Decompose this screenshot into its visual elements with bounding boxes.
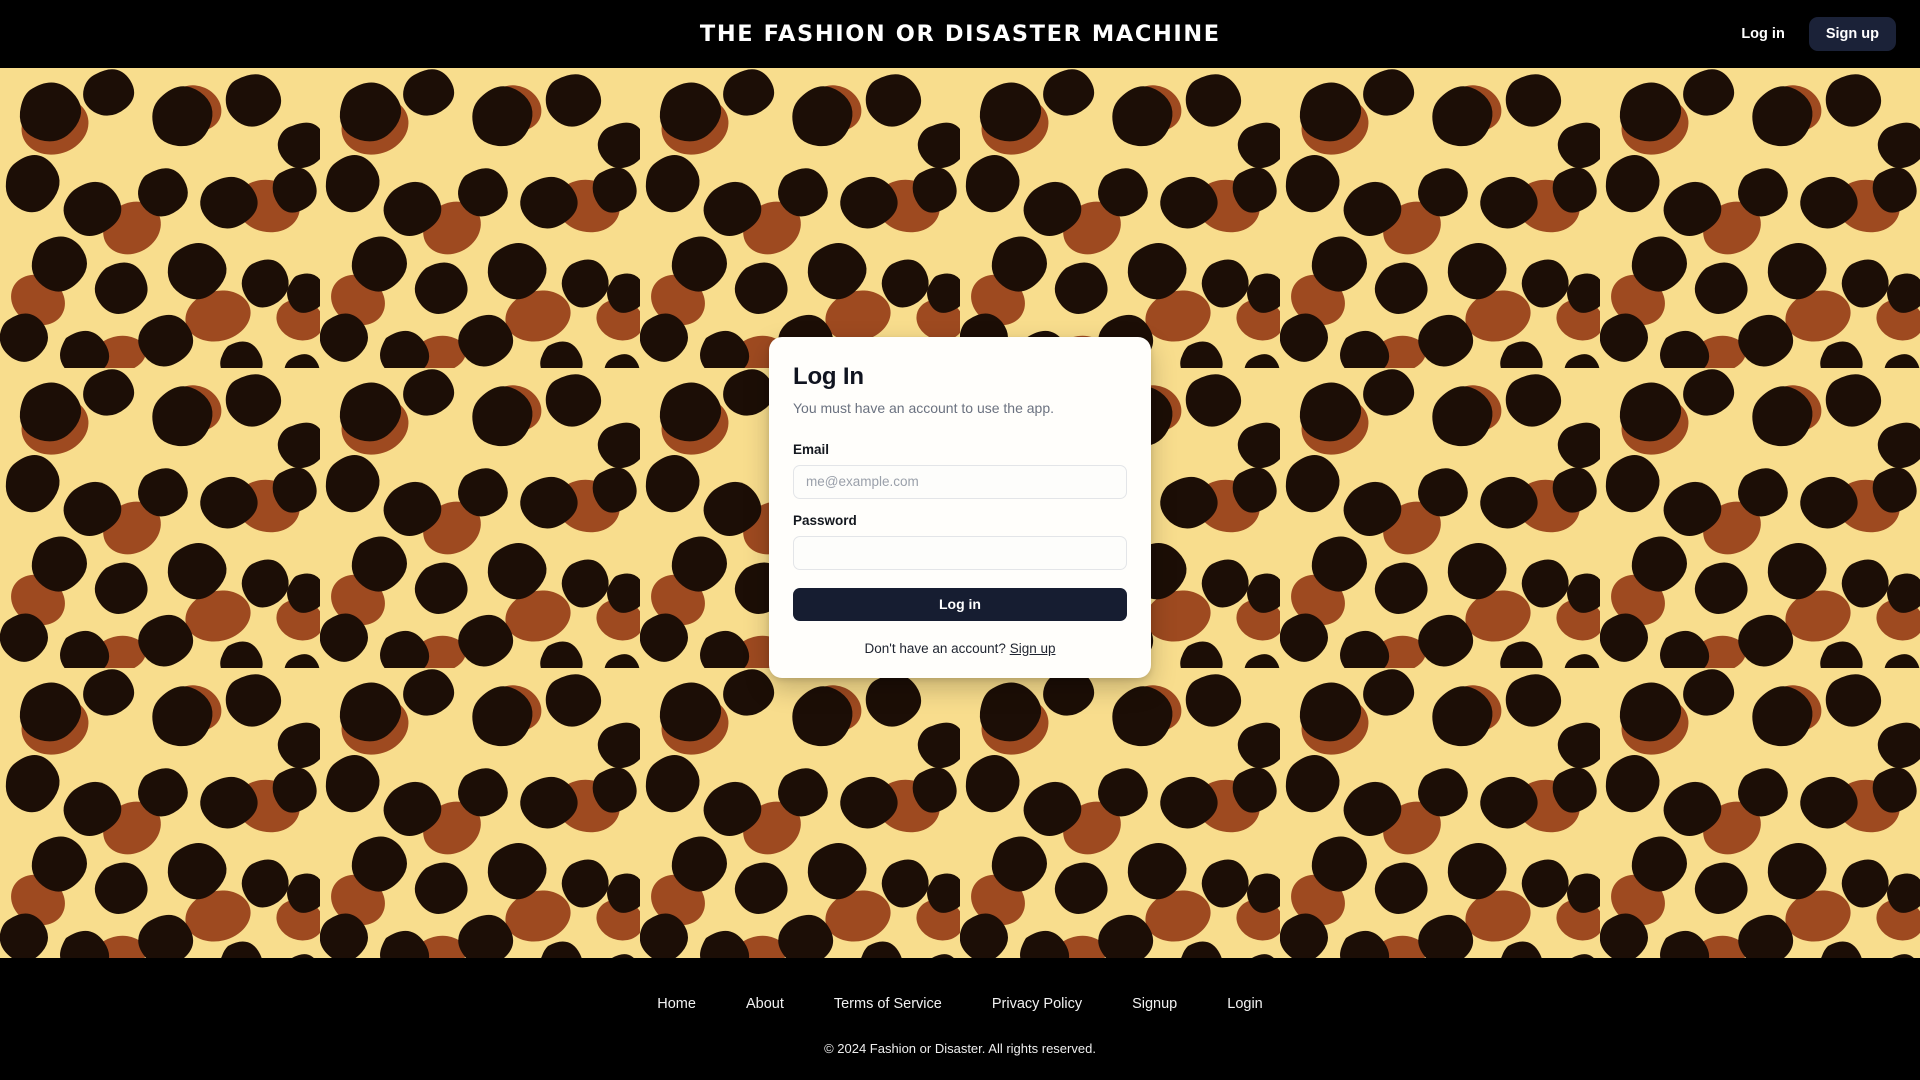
login-card-title: Log In: [793, 363, 864, 390]
footer-links: Home About Terms of Service Privacy Poli…: [657, 996, 1262, 1012]
signup-prompt-text: Don't have an account?: [864, 640, 1006, 656]
site-header: THE FASHION OR DISASTER MACHINE Log in S…: [0, 0, 1920, 68]
footer-link-about[interactable]: About: [746, 996, 784, 1012]
footer-copyright: © 2024 Fashion or Disaster. All rights r…: [824, 1041, 1096, 1056]
brand: THE FASHION OR DISASTER MACHINE: [0, 0, 1920, 68]
footer-link-privacy-policy[interactable]: Privacy Policy: [992, 996, 1082, 1012]
page-title: THE FASHION OR DISASTER MACHINE: [699, 21, 1221, 47]
main-content: Log In You must have an account to use t…: [0, 68, 1920, 958]
header-login-link[interactable]: Log in: [1727, 18, 1799, 50]
footer-link-home[interactable]: Home: [657, 996, 696, 1012]
footer-link-terms-of-service[interactable]: Terms of Service: [834, 996, 942, 1012]
signup-link[interactable]: Sign up: [1010, 641, 1056, 656]
footer-link-signup[interactable]: Signup: [1132, 996, 1177, 1012]
login-card-subtitle: You must have an account to use the app.: [793, 400, 1055, 417]
page-root: THE FASHION OR DISASTER MACHINE Log in S…: [0, 0, 1920, 1080]
email-field-group: Email: [793, 442, 1127, 499]
password-label: Password: [793, 512, 857, 528]
email-label: Email: [793, 441, 830, 457]
password-field-group: Password: [793, 513, 1127, 570]
signup-prompt: Don't have an account? Sign up: [793, 641, 1127, 656]
header-nav: Log in Sign up: [1727, 17, 1896, 51]
header-signup-button[interactable]: Sign up: [1808, 17, 1896, 51]
password-input[interactable]: [793, 535, 1127, 570]
footer-link-login[interactable]: Login: [1227, 996, 1262, 1012]
login-card: Log In You must have an account to use t…: [769, 337, 1151, 678]
site-footer: Home About Terms of Service Privacy Poli…: [0, 958, 1920, 1080]
login-submit-button[interactable]: Log in: [793, 587, 1127, 621]
email-input[interactable]: [793, 464, 1127, 499]
